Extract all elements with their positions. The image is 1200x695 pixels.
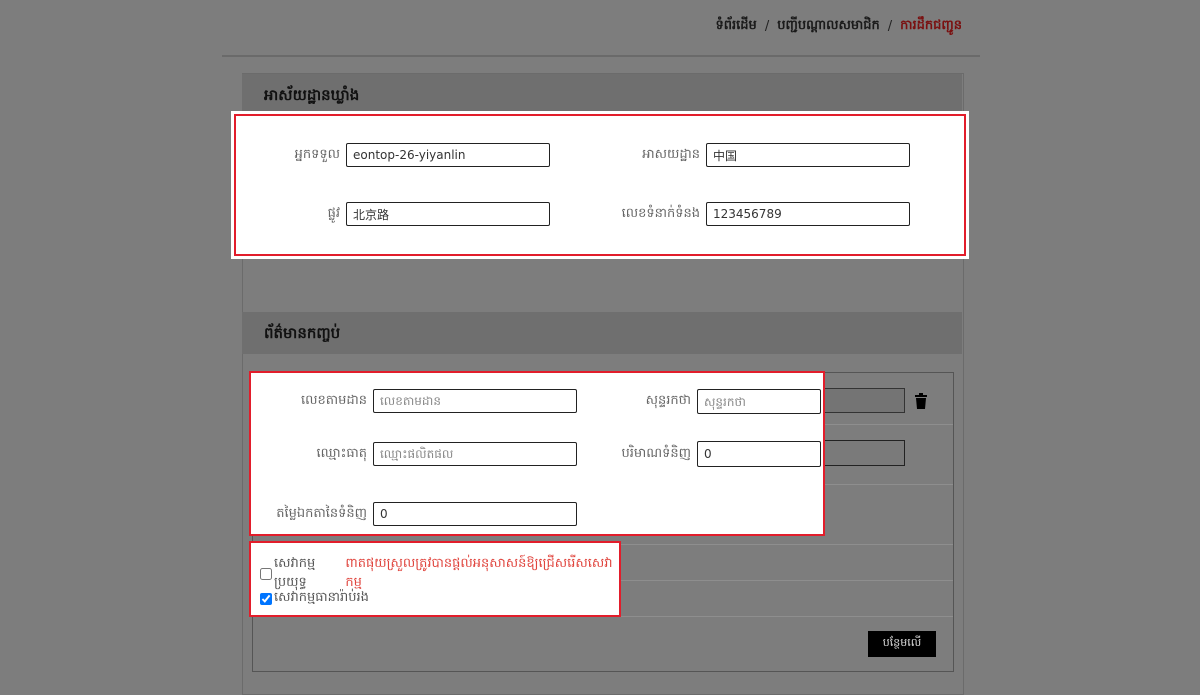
phone-input[interactable] bbox=[706, 202, 910, 226]
insurance-label: សេវាកម្មប្រយុទ្ធ bbox=[274, 556, 316, 590]
note-textarea[interactable] bbox=[697, 389, 821, 414]
warehouse-address-card: អ្នកទទួល អាសយដ្ឋាន ផ្លូវ លេខទំនាក់ទំនង bbox=[231, 111, 969, 259]
unit-price-input[interactable] bbox=[373, 502, 577, 526]
warehouse-section-title: អាស័យដ្ឋានឃ្លាំង bbox=[242, 74, 962, 116]
add-button[interactable]: បន្ថែមលើ bbox=[868, 631, 936, 657]
package-info-card: លេខតាមដាន សុន្ទរកថា ឈ្មោះធាតុ បរិមាណទំនិ… bbox=[249, 371, 825, 536]
breadcrumb-separator: / bbox=[764, 19, 770, 34]
quantity-input[interactable] bbox=[697, 441, 821, 467]
breadcrumb-members[interactable]: បញ្ជីបណ្ដាលសមាជិក bbox=[777, 17, 880, 36]
trash-icon[interactable] bbox=[914, 393, 928, 409]
goods-name-input[interactable] bbox=[373, 442, 577, 466]
services-card: សេវាកម្មប្រយុទ្ធ ពាតផុយស្រួលត្រូវបានផ្ដល… bbox=[249, 541, 621, 617]
recipient-label: អ្នកទទួល bbox=[294, 146, 340, 162]
breadcrumb-home[interactable]: ទំព័រដើម bbox=[716, 17, 757, 36]
note-label: សុន្ទរកថា bbox=[645, 393, 691, 408]
street-label: ផ្លូវ bbox=[327, 205, 340, 221]
unit-price-label: តម្លៃឯកតានៃទំនិញ bbox=[276, 505, 367, 521]
address-label: អាសយដ្ឋាន bbox=[642, 146, 700, 162]
insurance-checkbox[interactable] bbox=[260, 568, 272, 580]
packaging-checkbox[interactable] bbox=[260, 592, 272, 605]
insurance-warning: ពាតផុយស្រួលត្រូវបានផ្ដល់អនុសាសន៍ឱ្យជ្រើស… bbox=[345, 556, 613, 590]
breadcrumb-current: ការដឹកជញ្ជូន bbox=[900, 18, 962, 33]
breadcrumb: ទំព័រដើម / បញ្ជីបណ្ដាលសមាជិក / ការដឹកជញ្… bbox=[716, 17, 962, 36]
tracking-input[interactable] bbox=[373, 389, 577, 413]
recipient-input[interactable] bbox=[346, 143, 550, 167]
packaging-label: សេវាកម្មធានារ៉ាប់រង bbox=[274, 590, 369, 605]
street-input[interactable] bbox=[346, 202, 550, 226]
goods-name-label: ឈ្មោះធាតុ bbox=[316, 445, 367, 461]
package-section-title: ព័ត៌មានកញ្ចប់ bbox=[242, 312, 962, 354]
breadcrumb-separator: / bbox=[887, 19, 893, 34]
quantity-label: បរិមាណទំនិញ bbox=[621, 445, 691, 461]
phone-label: លេខទំនាក់ទំនង bbox=[621, 205, 700, 221]
divider bbox=[222, 55, 980, 57]
tracking-label: លេខតាមដាន bbox=[300, 392, 367, 408]
address-input[interactable] bbox=[706, 143, 910, 167]
